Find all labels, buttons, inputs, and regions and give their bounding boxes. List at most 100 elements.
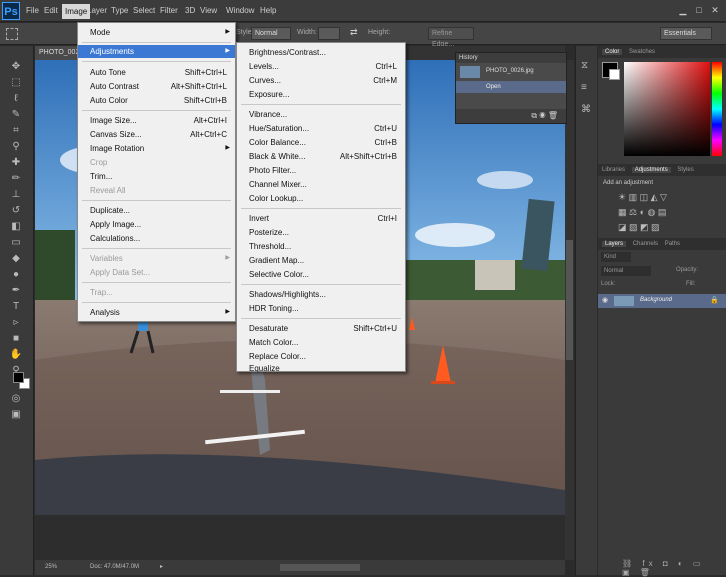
close-icon[interactable]: ✕ [708, 3, 722, 17]
crop-tool-icon[interactable]: ⌗ [8, 124, 24, 138]
history-snapshot[interactable]: PHOTO_0026.jpg [486, 68, 534, 74]
menu-item-color-balance[interactable]: Color Balance... Ctrl+B [237, 136, 405, 149]
menu-item-match-color[interactable]: Match Color... [237, 336, 405, 349]
menu-image[interactable]: Image [62, 4, 91, 19]
menu-edit[interactable]: Edit [44, 6, 58, 15]
new-document-icon[interactable]: ⧉ [531, 111, 537, 120]
menu-item-calculations[interactable]: Calculations... [78, 232, 235, 245]
paths-panel-icon[interactable]: ⌘ [581, 104, 591, 115]
blur-tool-icon[interactable]: ◆ [8, 252, 24, 266]
menu-select[interactable]: Select [133, 6, 155, 15]
brush-tool-icon[interactable]: ✏ [8, 172, 24, 186]
menu-item-curves[interactable]: Curves... Ctrl+M [237, 74, 405, 87]
stamp-tool-icon[interactable]: ⊥ [8, 188, 24, 202]
menu-item-image-rotation[interactable]: Image Rotation ▶ [78, 142, 235, 155]
menu-item-levels[interactable]: Levels... Ctrl+L [237, 60, 405, 73]
menu-item-auto-contrast[interactable]: Auto Contrast Alt+Shift+Ctrl+L [78, 80, 235, 93]
shape-tool-icon[interactable]: ■ [8, 332, 24, 346]
layer-kind-filter[interactable]: Kind [601, 252, 631, 262]
color-picker-field[interactable] [624, 62, 710, 156]
tab-swatches[interactable]: Swatches [629, 49, 655, 55]
menu-item-adjustments[interactable]: Adjustments ▶ [78, 45, 235, 58]
tab-color[interactable]: Color [602, 49, 623, 55]
menu-item-variables[interactable]: Variables ▶ [78, 252, 235, 265]
lasso-tool-icon[interactable]: ℓ [8, 92, 24, 106]
maximize-icon[interactable]: □ [692, 3, 706, 17]
eye-icon[interactable]: ◉ [602, 296, 608, 304]
menu-window[interactable]: Window [226, 6, 254, 15]
style-select[interactable]: Normal [251, 27, 291, 40]
menu-item-posterize[interactable]: Posterize... [237, 226, 405, 239]
menu-item-selective-color[interactable]: Selective Color... [237, 268, 405, 281]
layers-footer-icons[interactable]: ⛓ fx ◘ ◐ ▭ ▣ 🗑 [622, 559, 722, 577]
healing-tool-icon[interactable]: ✚ [8, 156, 24, 170]
gradient-tool-icon[interactable]: ▭ [8, 236, 24, 250]
hue-slider[interactable] [712, 62, 722, 156]
foreground-color-swatch[interactable] [13, 372, 24, 383]
quick-select-tool-icon[interactable]: ✎ [8, 108, 24, 122]
menu-view[interactable]: View [200, 6, 217, 15]
menu-item-equalize[interactable]: Equalize [237, 364, 405, 373]
menu-item-analysis[interactable]: Analysis ▶ [78, 306, 235, 319]
menu-item-exposure[interactable]: Exposure... [237, 88, 405, 101]
type-tool-icon[interactable]: T [8, 300, 24, 314]
move-tool-icon[interactable]: ✥ [8, 60, 24, 74]
properties-panel-icon[interactable]: ≡ [581, 82, 587, 93]
menu-help[interactable]: Help [260, 6, 276, 15]
marquee-tool-icon[interactable] [6, 28, 18, 40]
tab-layers[interactable]: Layers [602, 241, 627, 247]
menu-filter[interactable]: Filter [160, 6, 178, 15]
tab-channels[interactable]: Channels [633, 241, 658, 247]
history-panel-icon[interactable]: ⧖ [581, 60, 588, 71]
menu-item-gradient-map[interactable]: Gradient Map... [237, 254, 405, 267]
menu-type[interactable]: Type [111, 6, 128, 15]
menu-item-auto-color[interactable]: Auto Color Shift+Ctrl+B [78, 94, 235, 107]
menu-item-mode[interactable]: Mode ▶ [78, 26, 235, 39]
menu-item-vibrance[interactable]: Vibrance... [237, 108, 405, 121]
menu-item-desaturate[interactable]: Desaturate Shift+Ctrl+U [237, 322, 405, 335]
snapshot-icon[interactable]: ◉ [539, 111, 545, 120]
layer-name[interactable]: Background [640, 297, 672, 303]
menu-item-reveal-all[interactable]: Reveal All [78, 184, 235, 197]
menu-item-color-lookup[interactable]: Color Lookup... [237, 192, 405, 205]
workspace-select[interactable]: Essentials [660, 27, 712, 40]
menu-item-apply-image[interactable]: Apply Image... [78, 218, 235, 231]
menu-item-invert[interactable]: Invert Ctrl+I [237, 212, 405, 225]
menu-item-trim[interactable]: Trim... [78, 170, 235, 183]
menu-item-shadows-highlights[interactable]: Shadows/Highlights... [237, 288, 405, 301]
width-field[interactable] [318, 27, 340, 40]
zoom-level[interactable]: 25% [45, 564, 57, 570]
path-select-icon[interactable]: ▹ [8, 316, 24, 330]
history-state-open[interactable]: Open [456, 81, 566, 93]
swap-icon[interactable]: ⇄ [350, 27, 358, 38]
hand-tool-icon[interactable]: ✋ [8, 348, 24, 362]
tab-adjustments[interactable]: Adjustments [631, 167, 671, 173]
refine-edge-button[interactable]: Refine Edge... [428, 27, 474, 48]
menu-layer[interactable]: Layer [87, 6, 107, 15]
history-brush-icon[interactable]: ↺ [8, 204, 24, 218]
trash-icon[interactable]: 🗑 [548, 111, 558, 120]
layer-row-background[interactable]: ◉ Background 🔒 [598, 294, 726, 308]
status-menu-icon[interactable]: ▸ [160, 563, 163, 570]
menu-item-image-size[interactable]: Image Size... Alt+Ctrl+I [78, 114, 235, 127]
menu-item-canvas-size[interactable]: Canvas Size... Alt+Ctrl+C [78, 128, 235, 141]
minimize-icon[interactable]: ▁ [676, 3, 690, 17]
menu-item-auto-tone[interactable]: Auto Tone Shift+Ctrl+L [78, 66, 235, 79]
menu-item-replace-color[interactable]: Replace Color... [237, 350, 405, 363]
tab-libraries[interactable]: Libraries [602, 167, 625, 173]
horizontal-scrollbar[interactable] [280, 564, 360, 571]
menu-item-duplicate[interactable]: Duplicate... [78, 204, 235, 217]
menu-item-black-white[interactable]: Black & White... Alt+Shift+Ctrl+B [237, 150, 405, 163]
menu-item-brightness-contrast[interactable]: Brightness/Contrast... [237, 46, 405, 59]
canvas-vertical-scrollbar[interactable] [565, 60, 574, 560]
menu-3d[interactable]: 3D [185, 6, 195, 15]
menu-item-channel-mixer[interactable]: Channel Mixer... [237, 178, 405, 191]
menu-item-apply-data-set[interactable]: Apply Data Set... [78, 266, 235, 279]
menu-item-hdr-toning[interactable]: HDR Toning... [237, 302, 405, 315]
menu-item-photo-filter[interactable]: Photo Filter... [237, 164, 405, 177]
screen-mode-icon[interactable]: ▣ [8, 408, 24, 422]
marquee-tool-icon[interactable]: ⬚ [8, 76, 24, 90]
dodge-tool-icon[interactable]: ● [8, 268, 24, 282]
eyedropper-tool-icon[interactable]: ⚲ [8, 140, 24, 154]
adjustment-icons-grid[interactable]: ☀ ▥ ◫ ◭ ▽ ▦ ⚖ ◐ ◍ ▤ ◪ ▧ ◩ ▨ [618, 190, 708, 236]
